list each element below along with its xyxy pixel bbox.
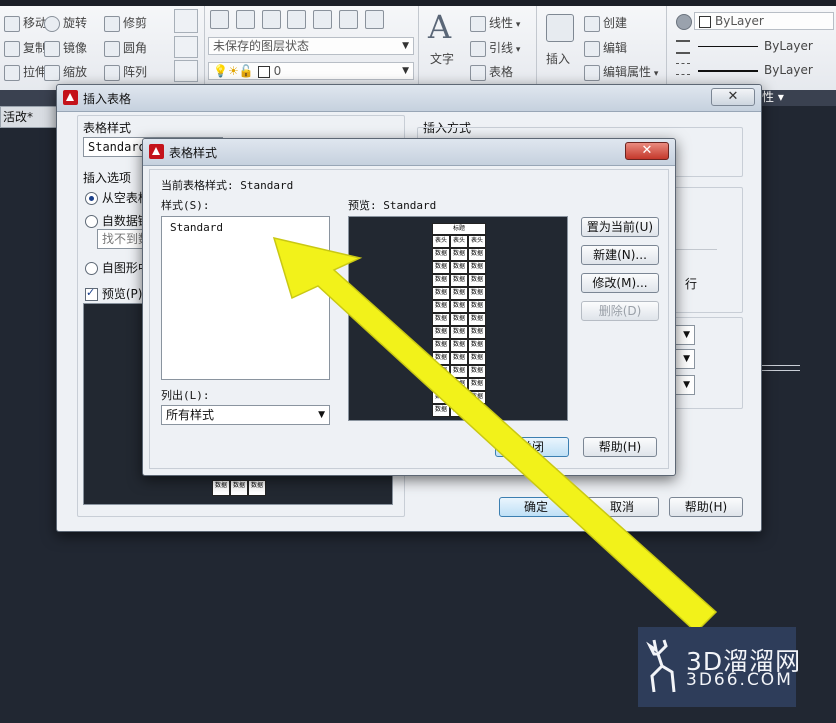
yellow-arrow-annotation bbox=[272, 236, 718, 634]
watermark-domain: 3D66.COM bbox=[686, 670, 793, 690]
deer-logo-icon bbox=[646, 639, 676, 693]
yellow-arrow-icon bbox=[272, 236, 718, 634]
